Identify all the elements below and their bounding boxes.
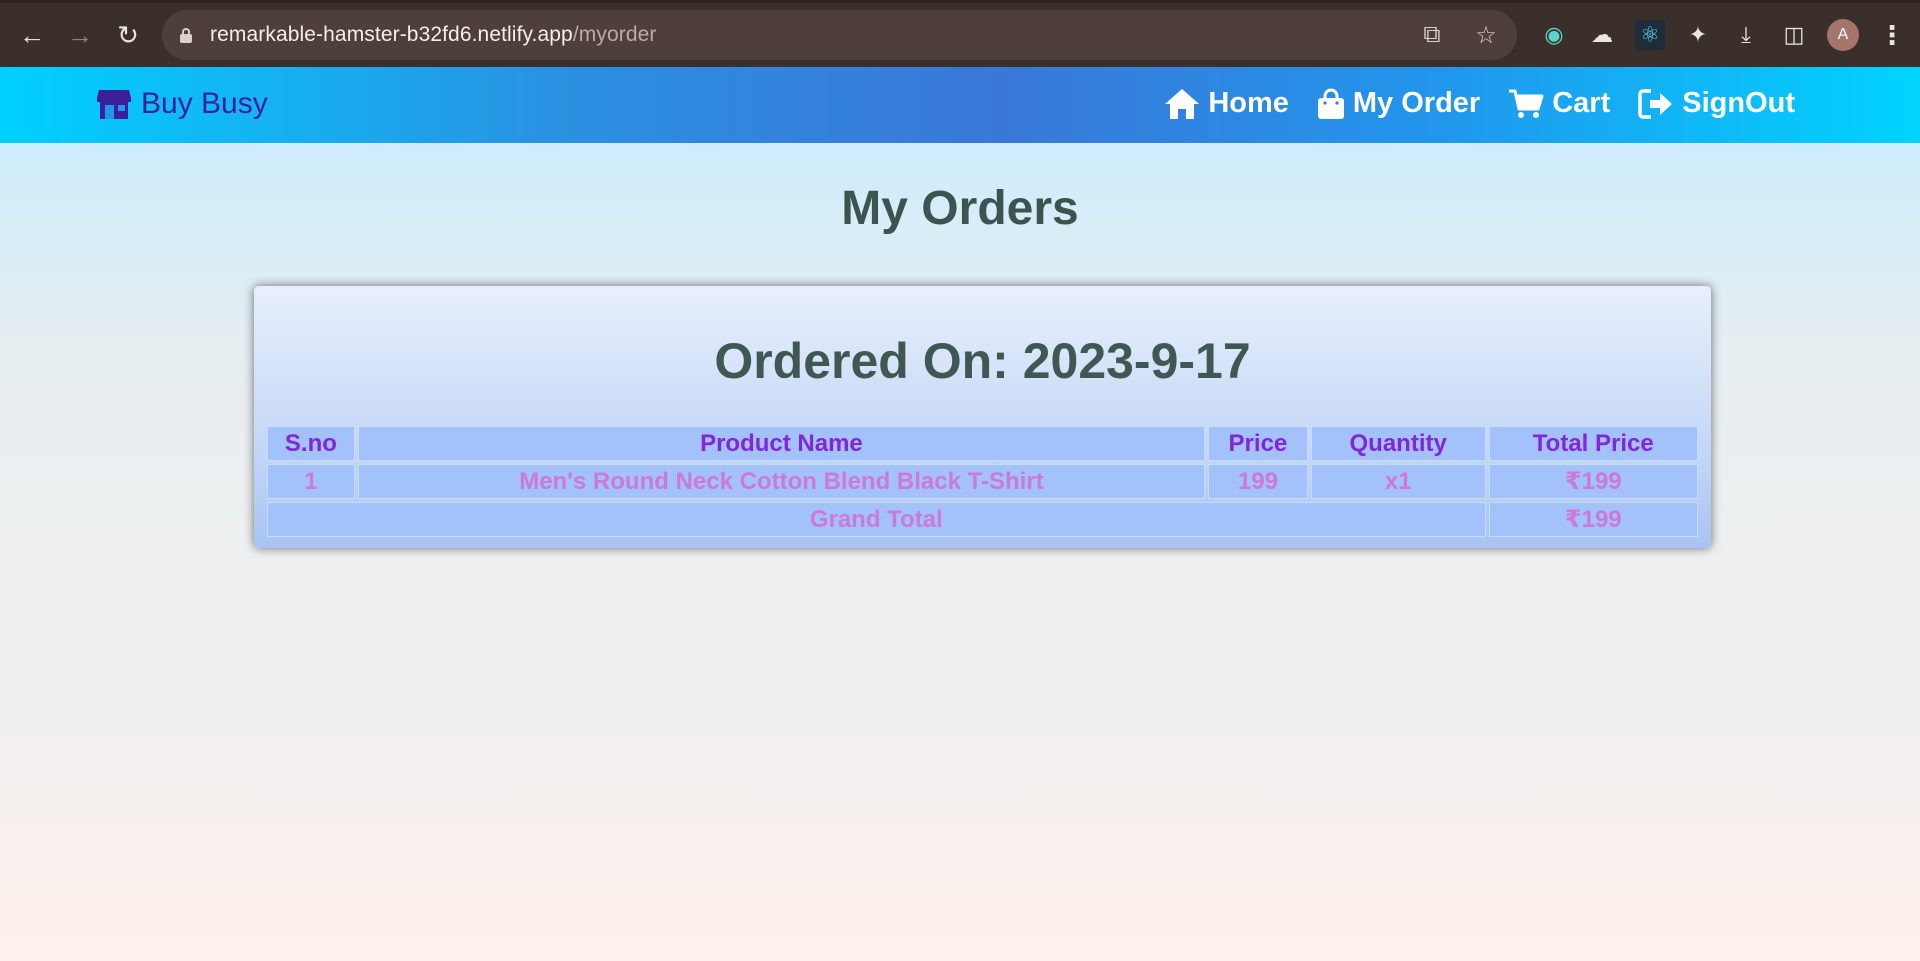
nav-my-order-label: My Order	[1352, 87, 1481, 119]
order-date-heading: Ordered On: 2023-9-17	[714, 333, 1251, 389]
cell-product-name: Men's Round Neck Cotton Blend Black T-Sh…	[357, 464, 1205, 499]
forward-arrow-icon[interactable]: →	[60, 15, 100, 55]
column-header-sno: S.no	[267, 426, 355, 461]
order-table: S.no Product Name Price Quantity Total P…	[264, 423, 1701, 540]
nav-signout-link[interactable]: SignOut	[1638, 87, 1795, 120]
url-path: /myorder	[572, 23, 657, 46]
browser-nav-group: ← → ↻	[12, 15, 148, 55]
brand-link[interactable]: Buy Busy	[96, 87, 268, 121]
cell-quantity: x1	[1310, 464, 1486, 499]
cell-sno: 1	[267, 464, 355, 499]
react-devtools-icon[interactable]: ⚛	[1635, 20, 1665, 50]
nav-home-link[interactable]: Home	[1164, 87, 1289, 120]
column-header-quantity: Quantity	[1310, 426, 1486, 461]
page-title: My Orders	[841, 182, 1079, 235]
nav-home-label: Home	[1208, 87, 1289, 119]
extensions-bar: ◉ ☁ ⚛ ✦ ⤓ ◫ A ⋮	[1539, 19, 1907, 51]
download-icon[interactable]: ⤓	[1731, 20, 1761, 50]
nav-my-order-link[interactable]: My Order	[1317, 87, 1480, 120]
nav-cart-label: Cart	[1552, 87, 1611, 119]
signout-icon	[1638, 88, 1673, 119]
address-bar[interactable]: remarkable-hamster-b32fd6.netlify.app/my…	[162, 10, 1517, 60]
grand-total-label: Grand Total	[267, 502, 1486, 537]
bookmark-star-icon[interactable]: ☆	[1473, 21, 1499, 50]
side-panel-icon[interactable]: ◫	[1779, 20, 1809, 50]
grand-total-value: ₹199	[1488, 502, 1698, 537]
order-card: Ordered On: 2023-9-17 S.no Product Name …	[254, 286, 1711, 548]
home-icon	[1165, 88, 1200, 119]
extension-shield-icon[interactable]: ◉	[1539, 20, 1569, 50]
store-icon	[97, 90, 131, 119]
table-header-row: S.no Product Name Price Quantity Total P…	[267, 426, 1698, 461]
url-text: remarkable-hamster-b32fd6.netlify.app/my…	[210, 23, 656, 47]
brand-name: Buy Busy	[141, 87, 268, 120]
page-content: My Orders Ordered On: 2023-9-17 S.no Pro…	[0, 143, 1920, 961]
url-host: remarkable-hamster-b32fd6.netlify.app	[210, 23, 573, 46]
grand-total-row: Grand Total ₹199	[267, 502, 1698, 537]
extension-cloud-icon[interactable]: ☁	[1587, 20, 1617, 50]
lock-icon	[180, 27, 192, 43]
shopping-bag-icon	[1317, 88, 1344, 119]
browser-toolbar: ← → ↻ remarkable-hamster-b32fd6.netlify.…	[0, 0, 1920, 67]
column-header-product-name: Product Name	[357, 426, 1205, 461]
column-header-price: Price	[1207, 426, 1308, 461]
extensions-puzzle-icon[interactable]: ✦	[1683, 20, 1713, 50]
cell-price: 199	[1207, 464, 1308, 499]
nav-signout-label: SignOut	[1682, 87, 1795, 119]
app-navbar: Buy Busy Home My Order Cart SignOut	[0, 67, 1920, 143]
profile-avatar[interactable]: A	[1827, 19, 1859, 51]
column-header-total-price: Total Price	[1488, 426, 1698, 461]
back-arrow-icon[interactable]: ←	[12, 15, 52, 55]
omnibox-actions: ⧉ ☆	[1419, 21, 1499, 50]
cell-total-price: ₹199	[1488, 464, 1698, 499]
share-icon[interactable]: ⧉	[1419, 21, 1445, 49]
nav-cart-link[interactable]: Cart	[1508, 87, 1610, 120]
table-row: 1 Men's Round Neck Cotton Blend Black T-…	[267, 464, 1698, 499]
nav-links: Home My Order Cart SignOut	[1164, 87, 1795, 120]
browser-menu-icon[interactable]: ⋮	[1877, 20, 1907, 50]
cart-icon	[1509, 89, 1544, 118]
reload-icon[interactable]: ↻	[108, 15, 148, 55]
